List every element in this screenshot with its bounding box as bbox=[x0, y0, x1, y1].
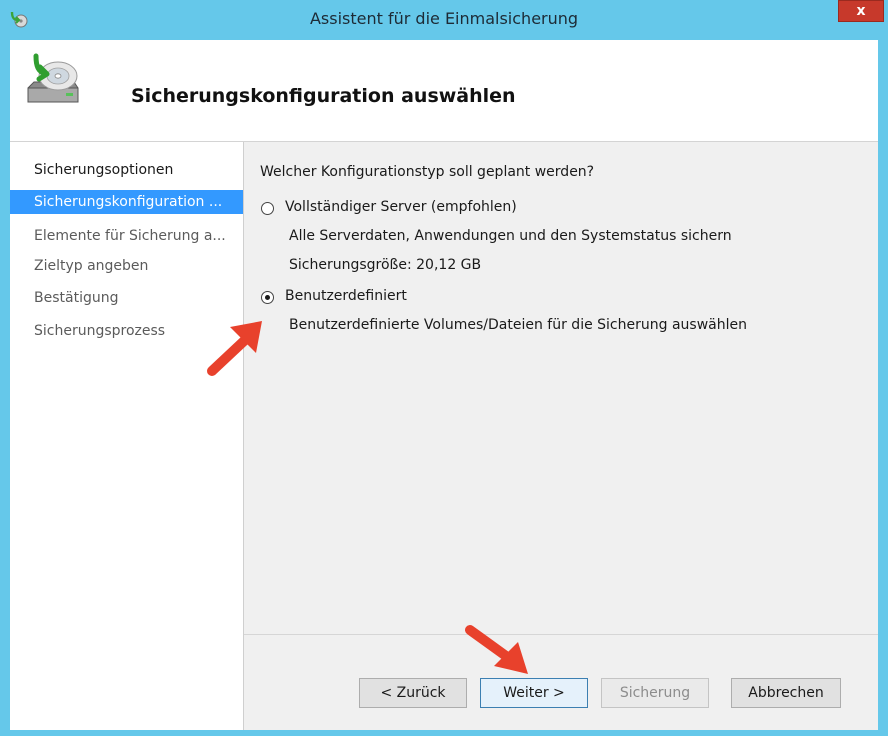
backup-drive-icon bbox=[27, 53, 79, 103]
wizard-client: Sicherungskonfiguration auswählen Sicher… bbox=[10, 40, 878, 730]
custom-radio[interactable] bbox=[261, 291, 274, 304]
custom-description: Benutzerdefinierte Volumes/Dateien für d… bbox=[289, 317, 747, 333]
wizard-window: Assistent für die Einmalsicherung x Sich… bbox=[0, 0, 888, 736]
backup-size-info: Sicherungsgröße: 20,12 GB bbox=[289, 257, 482, 273]
sidebar-item-elemente: Elemente für Sicherung a... bbox=[34, 228, 226, 244]
back-button[interactable]: < Zurück bbox=[359, 678, 467, 708]
cancel-button[interactable]: Abbrechen bbox=[731, 678, 841, 708]
configuration-question: Welcher Konfigurationstyp soll geplant w… bbox=[260, 164, 595, 180]
backup-button: Sicherung bbox=[601, 678, 709, 708]
sidebar-item-bestaetigung: Bestätigung bbox=[34, 290, 119, 306]
sidebar-item-zieltyp: Zieltyp angeben bbox=[34, 258, 149, 274]
close-button[interactable]: x bbox=[838, 0, 884, 22]
annotation-arrow-icon bbox=[207, 321, 262, 376]
footer-divider bbox=[244, 634, 878, 635]
annotation-arrow-icon bbox=[465, 625, 528, 674]
title-bar[interactable]: Assistent für die Einmalsicherung x bbox=[0, 0, 888, 40]
full-server-description: Alle Serverdaten, Anwendungen und den Sy… bbox=[289, 228, 732, 244]
wizard-content: Welcher Konfigurationstyp soll geplant w… bbox=[244, 142, 878, 730]
wizard-steps-sidebar: Sicherungsoptionen Sicherungskonfigurati… bbox=[10, 142, 244, 730]
next-button[interactable]: Weiter > bbox=[480, 678, 588, 708]
full-server-radio[interactable] bbox=[261, 202, 274, 215]
wizard-header: Sicherungskonfiguration auswählen bbox=[10, 40, 878, 141]
sidebar-item-sicherungsoptionen[interactable]: Sicherungsoptionen bbox=[10, 158, 243, 182]
sidebar-item-sicherungskonfiguration[interactable]: Sicherungskonfiguration ... bbox=[10, 190, 243, 214]
custom-label[interactable]: Benutzerdefiniert bbox=[285, 288, 407, 304]
window-title: Assistent für die Einmalsicherung bbox=[309, 9, 579, 28]
full-server-label[interactable]: Vollständiger Server (empfohlen) bbox=[285, 199, 517, 215]
page-title: Sicherungskonfiguration auswählen bbox=[131, 85, 516, 107]
